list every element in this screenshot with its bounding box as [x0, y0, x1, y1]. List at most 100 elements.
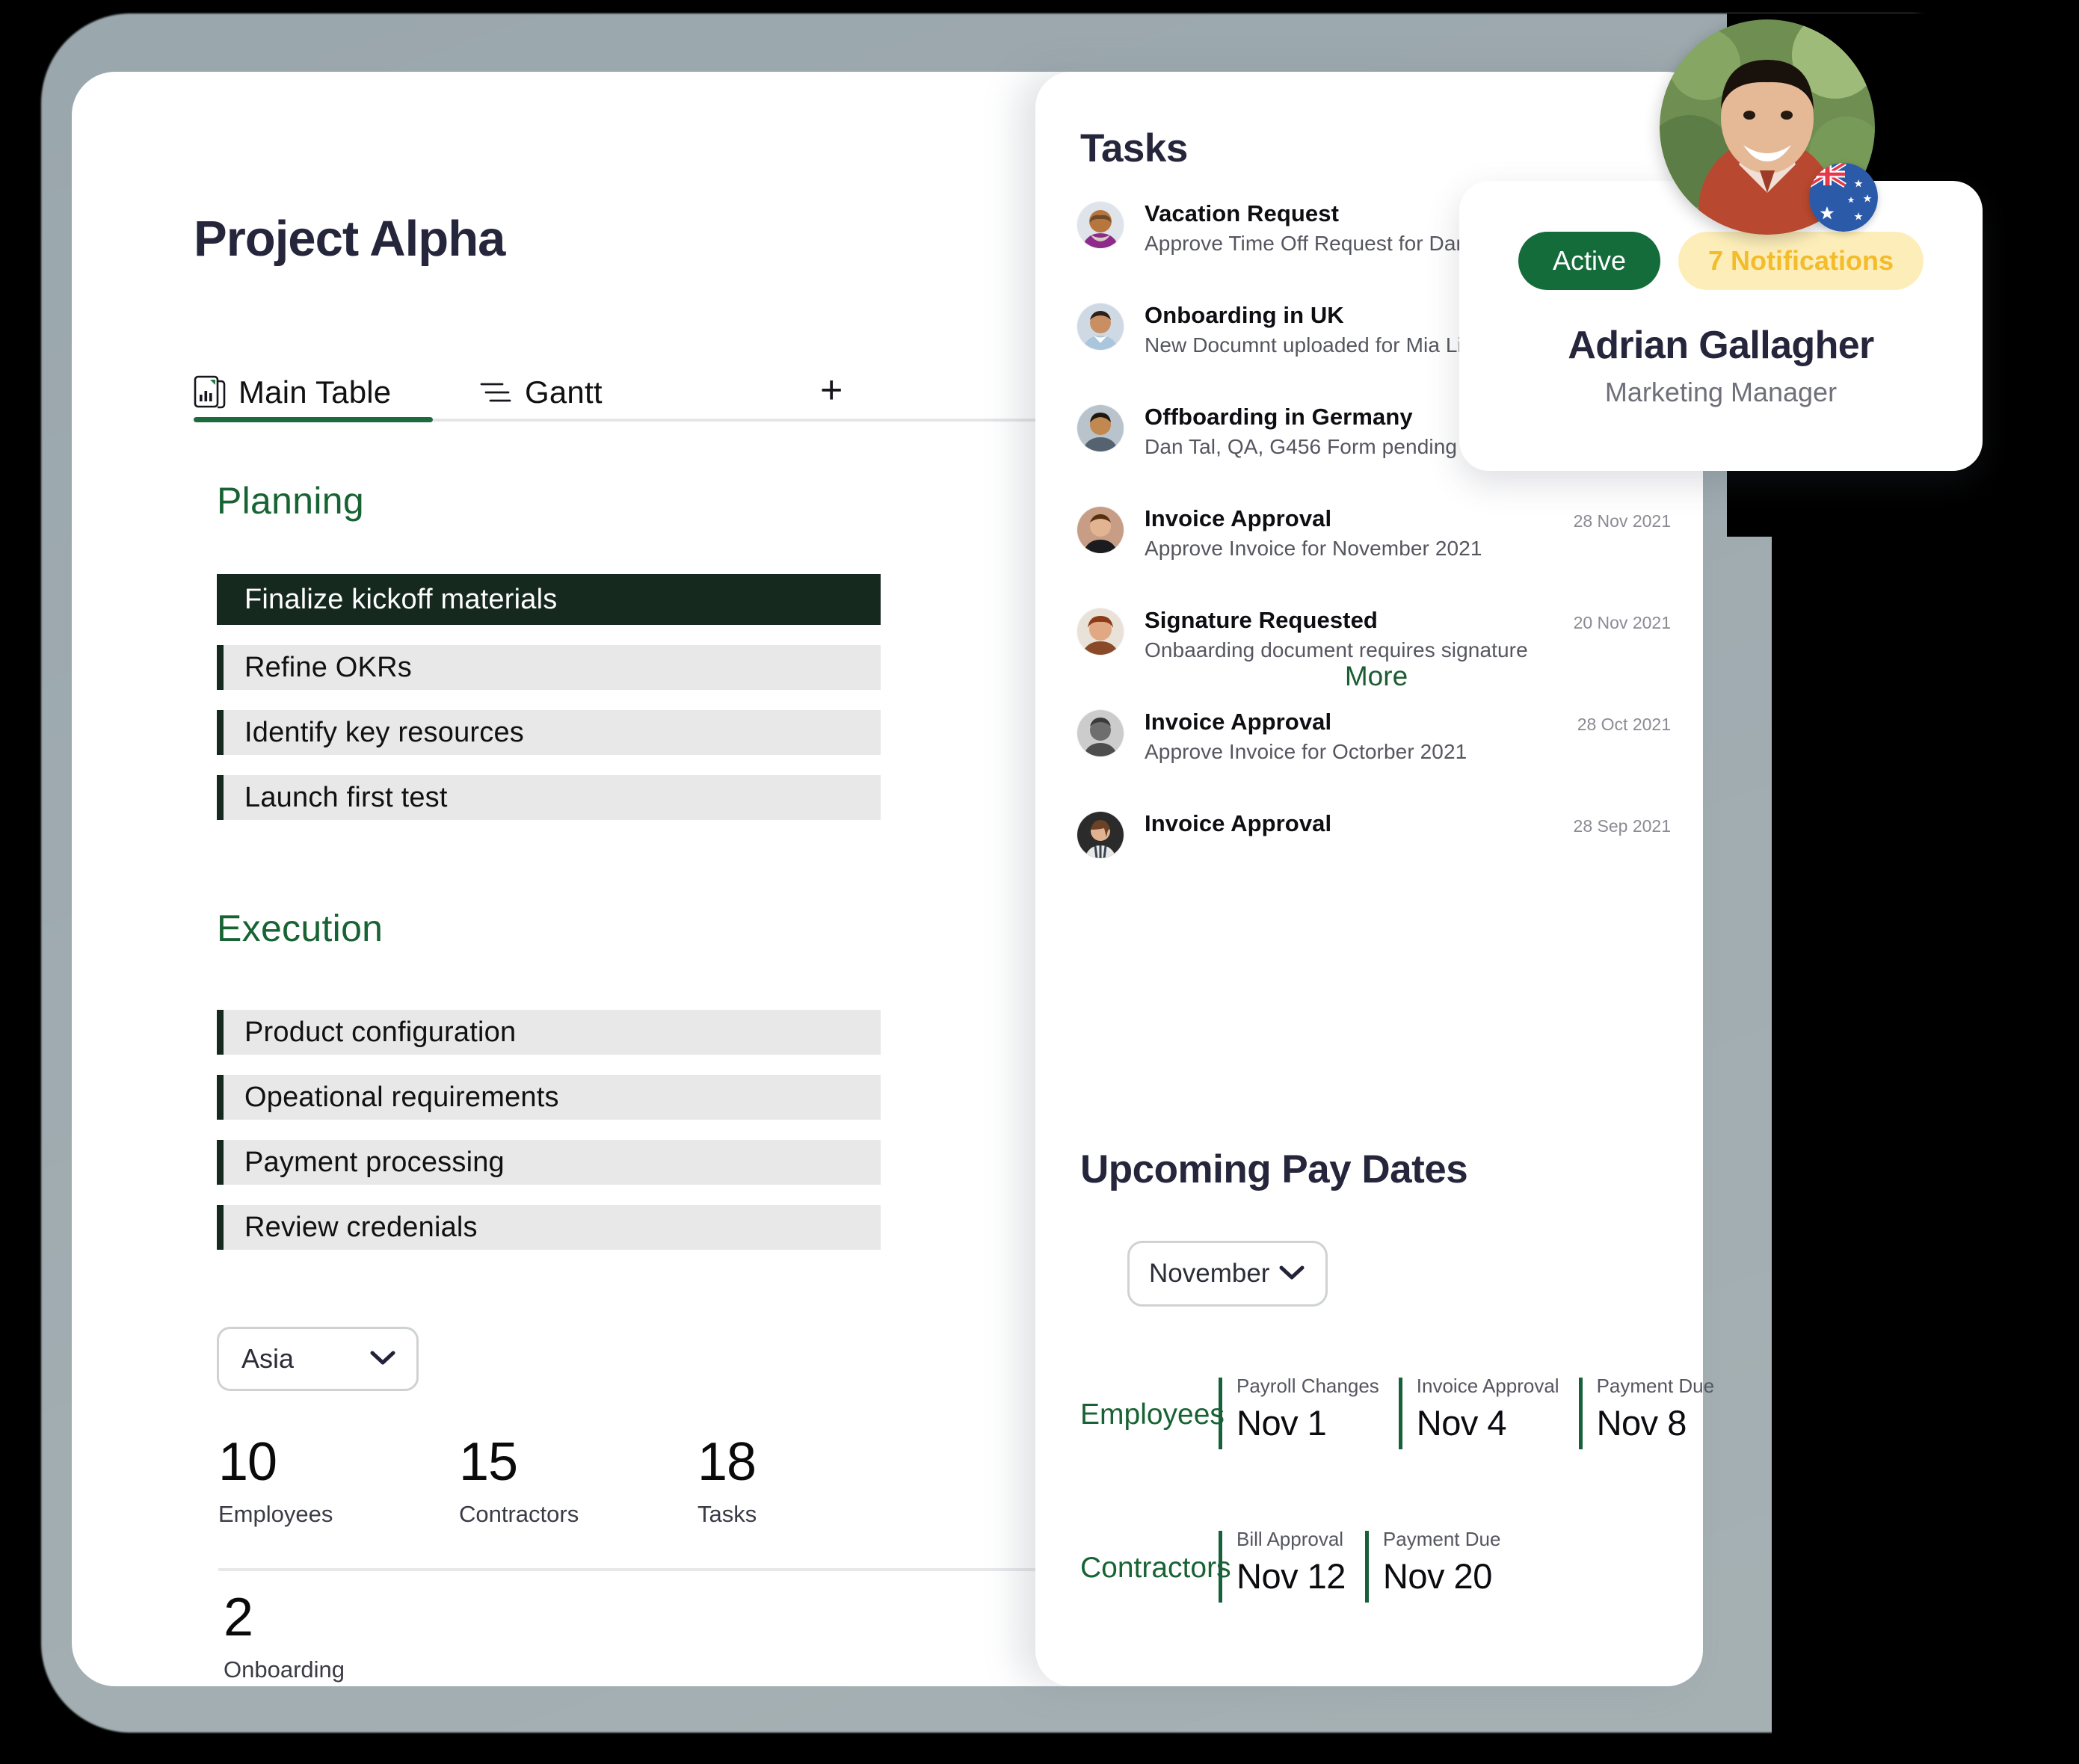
section-title-execution: Execution: [217, 907, 384, 949]
task-row-label: Identify key resources: [244, 716, 525, 748]
row-accent-bar: [217, 1010, 224, 1055]
avatar: [1077, 812, 1124, 858]
table-document-icon: [194, 374, 227, 410]
tab-main-table[interactable]: Main Table: [194, 369, 391, 416]
row-accent-bar: [217, 645, 224, 690]
row-accent-bar: [217, 1205, 224, 1250]
pay-column: Payroll Changes Nov 1: [1219, 1375, 1379, 1449]
task-description: Onbaarding document requires signature: [1145, 638, 1528, 662]
row-accent-bar: [217, 775, 224, 820]
row-accent-bar: [217, 574, 224, 625]
kpi-value: 15: [459, 1432, 518, 1492]
month-select-value: November: [1149, 1259, 1270, 1288]
tab-bar: Main Table Gantt +: [194, 369, 1192, 428]
kpi-onboarding: 2 Onboarding: [224, 1588, 345, 1683]
pay-column-header: Invoice Approval: [1416, 1375, 1559, 1397]
task-title: Vacation Request: [1145, 200, 1340, 226]
page-title: Project Alpha: [194, 211, 505, 267]
task-row[interactable]: Product configuration: [217, 1010, 881, 1055]
task-row[interactable]: Launch first test: [217, 775, 881, 820]
chevron-down-icon: [1278, 1263, 1306, 1285]
more-button[interactable]: More: [1077, 661, 1675, 692]
task-row[interactable]: Payment processing: [217, 1140, 881, 1185]
chevron-down-icon: [369, 1348, 397, 1370]
add-tab-button[interactable]: +: [820, 371, 843, 410]
list-item[interactable]: Invoice Approval 28 Sep 2021: [1077, 810, 1675, 861]
task-row-label: Review credenials: [244, 1211, 478, 1243]
kpi-value: 18: [697, 1432, 757, 1492]
task-row[interactable]: Finalize kickoff materials: [217, 574, 881, 625]
kpi-value: 10: [218, 1432, 277, 1492]
row-accent-bar: [217, 1075, 224, 1120]
task-list-execution: Product configuration Opeational require…: [217, 1010, 881, 1270]
task-description: Approve Invoice for November 2021: [1145, 537, 1482, 560]
kpi-employees: 10 Employees: [218, 1432, 333, 1528]
active-tab-underline: [194, 417, 433, 422]
pay-column: Invoice Approval Nov 4: [1398, 1375, 1559, 1449]
task-row-label: Finalize kickoff materials: [244, 583, 558, 615]
pay-columns: Payroll Changes Nov 1 Invoice Approval N…: [1219, 1375, 1734, 1449]
task-date: 28 Sep 2021: [1573, 816, 1671, 836]
pay-dates-title: Upcoming Pay Dates: [1080, 1147, 1468, 1191]
australia-flag-icon: [1809, 163, 1878, 232]
avatar: [1077, 303, 1124, 350]
backplate-notch-bottom: [1772, 478, 2079, 1749]
list-item[interactable]: Invoice Approval Approve Invoice for Nov…: [1077, 505, 1675, 560]
section-title-planning: Planning: [217, 480, 365, 522]
task-row[interactable]: Opeational requirements: [217, 1075, 881, 1120]
kpi-divider: [218, 1568, 1087, 1571]
kpi-label: Tasks: [697, 1501, 757, 1527]
task-row[interactable]: Review credenials: [217, 1205, 881, 1250]
kpi-label: Contractors: [459, 1501, 579, 1527]
pay-column-header: Payment Due: [1596, 1375, 1715, 1397]
tab-main-table-label: Main Table: [238, 374, 392, 410]
task-title: Signature Requested: [1145, 607, 1378, 633]
pay-column-date: Nov 12: [1236, 1556, 1346, 1596]
pay-column-date: Nov 4: [1416, 1403, 1507, 1443]
profile-name: Adrian Gallagher: [1568, 324, 1874, 367]
list-item[interactable]: Signature Requested Onbaarding document …: [1077, 607, 1675, 662]
kpi-tasks: 18 Tasks: [697, 1432, 757, 1528]
pay-column-date: Nov 20: [1382, 1556, 1492, 1596]
month-select[interactable]: November: [1127, 1241, 1328, 1307]
task-date: 28 Oct 2021: [1577, 715, 1671, 734]
pay-column-date: Nov 1: [1236, 1403, 1327, 1443]
task-description: Dan Tal, QA, G456 Form pending: [1145, 435, 1458, 458]
task-list-planning: Finalize kickoff materials Refine OKRs I…: [217, 574, 881, 840]
avatar: [1077, 405, 1124, 451]
kpi-contractors: 15 Contractors: [459, 1432, 579, 1528]
row-accent-bar: [217, 710, 224, 755]
task-title: Invoice Approval: [1145, 810, 1332, 836]
list-item[interactable]: Invoice Approval Approve Invoice for Oct…: [1077, 709, 1675, 763]
gantt-lines-icon: [478, 379, 513, 406]
pay-column: Payment Due Nov 20: [1364, 1528, 1500, 1603]
task-title: Onboarding in UK: [1145, 302, 1344, 328]
pay-column-header: Bill Approval: [1236, 1528, 1344, 1550]
task-row-label: Product configuration: [244, 1016, 517, 1048]
pay-group-label: Contractors: [1080, 1552, 1231, 1584]
task-description: Approve Invoice for Octorber 2021: [1145, 740, 1467, 763]
region-select-value: Asia: [241, 1343, 295, 1374]
profile-badges: Active 7 Notifications: [1459, 232, 1983, 290]
tab-gantt[interactable]: Gantt: [478, 369, 603, 416]
pay-column-header: Payroll Changes: [1236, 1375, 1379, 1397]
kpi-label: Employees: [218, 1501, 333, 1527]
screenshot-stage: Project Alpha Main Table Gantt + Plannin…: [0, 0, 2079, 1764]
avatar: [1077, 710, 1124, 756]
task-title: Invoice Approval: [1145, 709, 1332, 735]
notifications-badge[interactable]: 7 Notifications: [1678, 232, 1924, 290]
tab-gantt-label: Gantt: [525, 374, 603, 410]
kpi-value: 2: [224, 1588, 254, 1647]
task-row-label: Refine OKRs: [244, 651, 412, 683]
task-row[interactable]: Identify key resources: [217, 710, 881, 755]
task-title: Invoice Approval: [1145, 505, 1332, 531]
avatar: [1077, 202, 1124, 248]
status-badge[interactable]: Active: [1518, 232, 1660, 290]
region-select[interactable]: Asia: [217, 1327, 419, 1391]
task-date: 28 Nov 2021: [1573, 511, 1671, 531]
pay-column: Payment Due Nov 8: [1578, 1375, 1715, 1449]
task-row-label: Launch first test: [244, 781, 448, 813]
kpi-label: Onboarding: [224, 1656, 345, 1683]
pay-columns: Bill Approval Nov 12 Payment Due Nov 20: [1219, 1528, 1520, 1603]
task-row[interactable]: Refine OKRs: [217, 645, 881, 690]
